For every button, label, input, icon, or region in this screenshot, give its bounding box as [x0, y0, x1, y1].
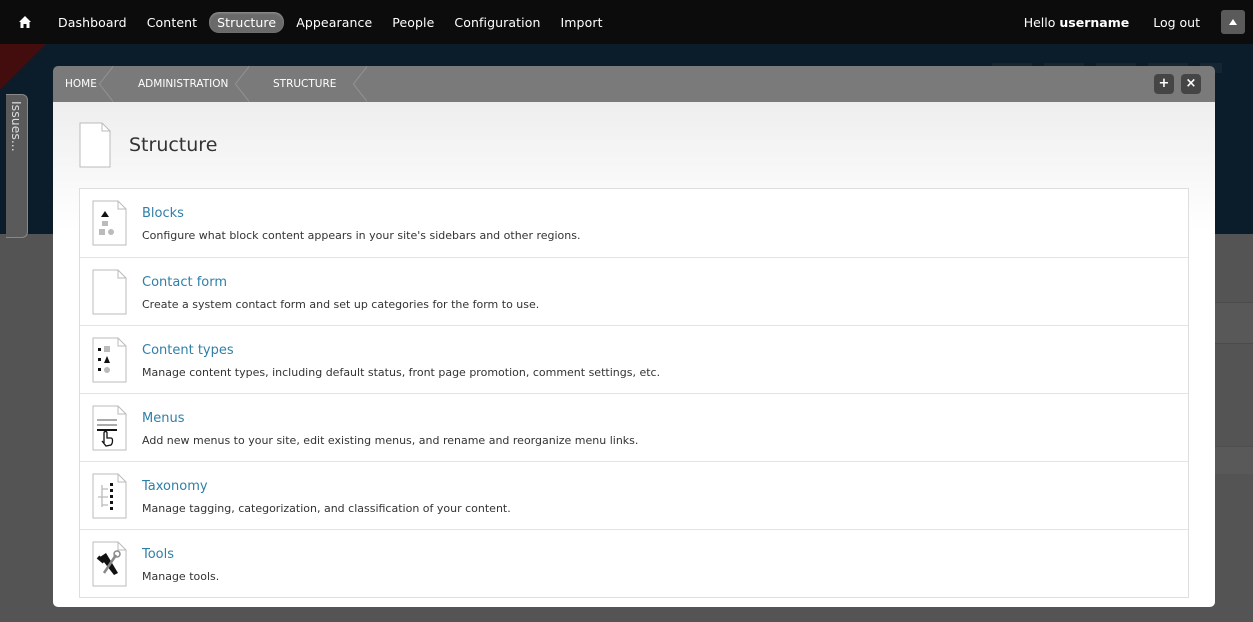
content-types-link[interactable]: Content types: [142, 343, 234, 358]
content-types-description: Manage content types, including default …: [142, 366, 661, 379]
triangle-up-icon: [1229, 19, 1237, 25]
overlay-dialog: HOME ADMINISTRATION STRUCTURE + × Struct…: [53, 66, 1215, 607]
page-title: Structure: [129, 134, 218, 156]
issues-side-tab[interactable]: Issues...: [6, 94, 28, 238]
admin-list: Blocks Configure what block content appe…: [79, 188, 1189, 598]
list-item-menus: Menus Add new menus to your site, edit e…: [80, 393, 1188, 461]
content-types-icon: [92, 337, 127, 383]
close-overlay-button[interactable]: ×: [1181, 74, 1201, 94]
taxonomy-description: Manage tagging, categorization, and clas…: [142, 502, 511, 515]
username[interactable]: username: [1059, 15, 1129, 30]
toolbar-link-content[interactable]: Content: [139, 12, 205, 33]
home-icon: [19, 16, 31, 28]
issues-tab-label: Issues...: [9, 101, 24, 152]
overlay-content: Structure Blocks Configure what block co…: [53, 102, 1215, 607]
overlay-header: HOME ADMINISTRATION STRUCTURE + ×: [53, 66, 1215, 102]
list-item-blocks: Blocks Configure what block content appe…: [80, 189, 1188, 257]
menus-description: Add new menus to your site, edit existin…: [142, 434, 639, 447]
blocks-description: Configure what block content appears in …: [142, 229, 581, 242]
toolbar-link-people[interactable]: People: [384, 12, 442, 33]
toolbar-link-appearance[interactable]: Appearance: [288, 12, 380, 33]
toolbar-link-dashboard[interactable]: Dashboard: [50, 12, 135, 33]
breadcrumb: HOME ADMINISTRATION STRUCTURE: [53, 66, 1215, 102]
contact-form-icon: [92, 269, 127, 315]
tools-link[interactable]: Tools: [142, 547, 174, 562]
toolbar-toggle-button[interactable]: [1221, 10, 1245, 34]
page-document-icon: [79, 122, 111, 168]
taxonomy-icon: [92, 473, 127, 519]
tools-description: Manage tools.: [142, 570, 220, 583]
toolbar-link-configuration[interactable]: Configuration: [446, 12, 548, 33]
page-header: Structure: [79, 120, 217, 170]
breadcrumb-administration[interactable]: ADMINISTRATION: [113, 66, 249, 102]
toolbar-user-area: Hello username Log out: [1024, 0, 1253, 44]
blocks-link[interactable]: Blocks: [142, 206, 184, 221]
contact-form-description: Create a system contact form and set up …: [142, 298, 540, 311]
logout-link[interactable]: Log out: [1153, 15, 1200, 30]
add-shortcut-button[interactable]: +: [1154, 74, 1174, 94]
list-item-contact-form: Contact form Create a system contact for…: [80, 257, 1188, 325]
list-item-content-types: Content types Manage content types, incl…: [80, 325, 1188, 393]
blocks-icon: [92, 200, 127, 246]
menus-icon: [92, 405, 127, 451]
admin-toolbar: Dashboard Content Structure Appearance P…: [0, 0, 1253, 44]
home-button[interactable]: [0, 0, 50, 44]
contact-form-link[interactable]: Contact form: [142, 275, 227, 290]
list-item-tools: Tools Manage tools.: [80, 529, 1188, 597]
toolbar-menu: Dashboard Content Structure Appearance P…: [50, 0, 615, 44]
menus-link[interactable]: Menus: [142, 411, 184, 426]
tools-icon: [92, 541, 127, 587]
breadcrumb-home[interactable]: HOME: [53, 66, 113, 102]
list-item-taxonomy: Taxonomy Manage tagging, categorization,…: [80, 461, 1188, 529]
toolbar-link-structure[interactable]: Structure: [209, 11, 285, 33]
toolbar-link-import[interactable]: Import: [552, 12, 610, 33]
greeting: Hello username: [1024, 15, 1130, 30]
taxonomy-link[interactable]: Taxonomy: [142, 479, 208, 494]
greeting-prefix: Hello: [1023, 14, 1056, 30]
breadcrumb-structure[interactable]: STRUCTURE: [249, 66, 367, 102]
